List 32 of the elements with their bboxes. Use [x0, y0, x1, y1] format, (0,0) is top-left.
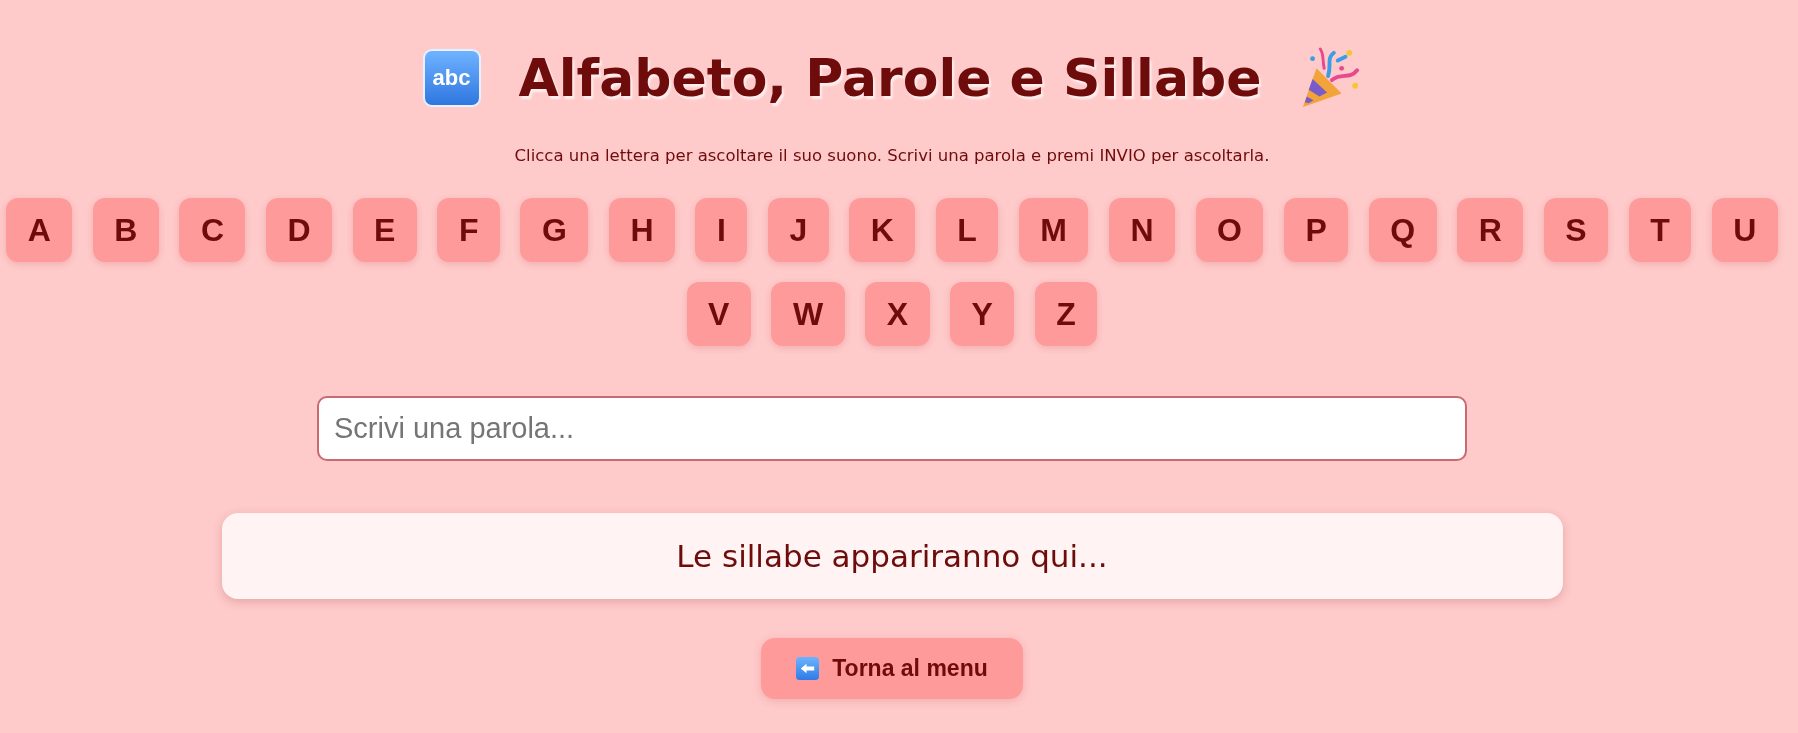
syllables-placeholder-text: Le sillabe appariranno qui... [676, 537, 1108, 575]
instructions-text: Clicca una lettera per ascoltare il suo suono. Scrivi una parola e premi INVIO per ascoltarla. [514, 145, 1270, 166]
letter-button[interactable]: H [608, 198, 675, 262]
letter-button[interactable]: L [935, 198, 999, 262]
letter-button[interactable]: O [1195, 198, 1264, 262]
letter-button[interactable]: B [92, 198, 159, 262]
letter-button[interactable]: T [1628, 198, 1692, 262]
word-input[interactable]: Scrivi una parola... [317, 396, 1467, 461]
letter-button[interactable]: I [695, 198, 748, 262]
letter-button[interactable]: A [6, 198, 73, 262]
letter-button[interactable]: D [266, 198, 333, 262]
letter-button[interactable]: G [520, 198, 589, 262]
letter-button[interactable]: K [849, 198, 916, 262]
letter-button[interactable]: F [437, 198, 500, 262]
letter-button[interactable]: Y [950, 282, 1015, 346]
letter-button[interactable]: W [771, 282, 845, 346]
letter-button[interactable]: E [352, 198, 417, 262]
letter-button[interactable]: V [686, 282, 751, 346]
letter-button[interactable]: N [1109, 198, 1176, 262]
letter-button[interactable]: P [1284, 198, 1349, 262]
letter-button[interactable]: C [179, 198, 246, 262]
page-title: Alfabeto, Parole e Sillabe [518, 48, 1262, 108]
letter-button[interactable]: X [865, 282, 930, 346]
letter-button[interactable]: Q [1368, 198, 1437, 262]
letter-button[interactable]: Z [1034, 282, 1098, 346]
letter-button[interactable]: M [1018, 198, 1089, 262]
letter-button[interactable]: R [1457, 198, 1524, 262]
back-to-menu-button[interactable]: Torna al menu [761, 638, 1023, 699]
letter-button[interactable]: S [1543, 198, 1609, 262]
letter-button[interactable]: U [1711, 198, 1778, 262]
emoji-tile: abc [422, 49, 481, 107]
letter-button[interactable]: J [767, 198, 829, 262]
